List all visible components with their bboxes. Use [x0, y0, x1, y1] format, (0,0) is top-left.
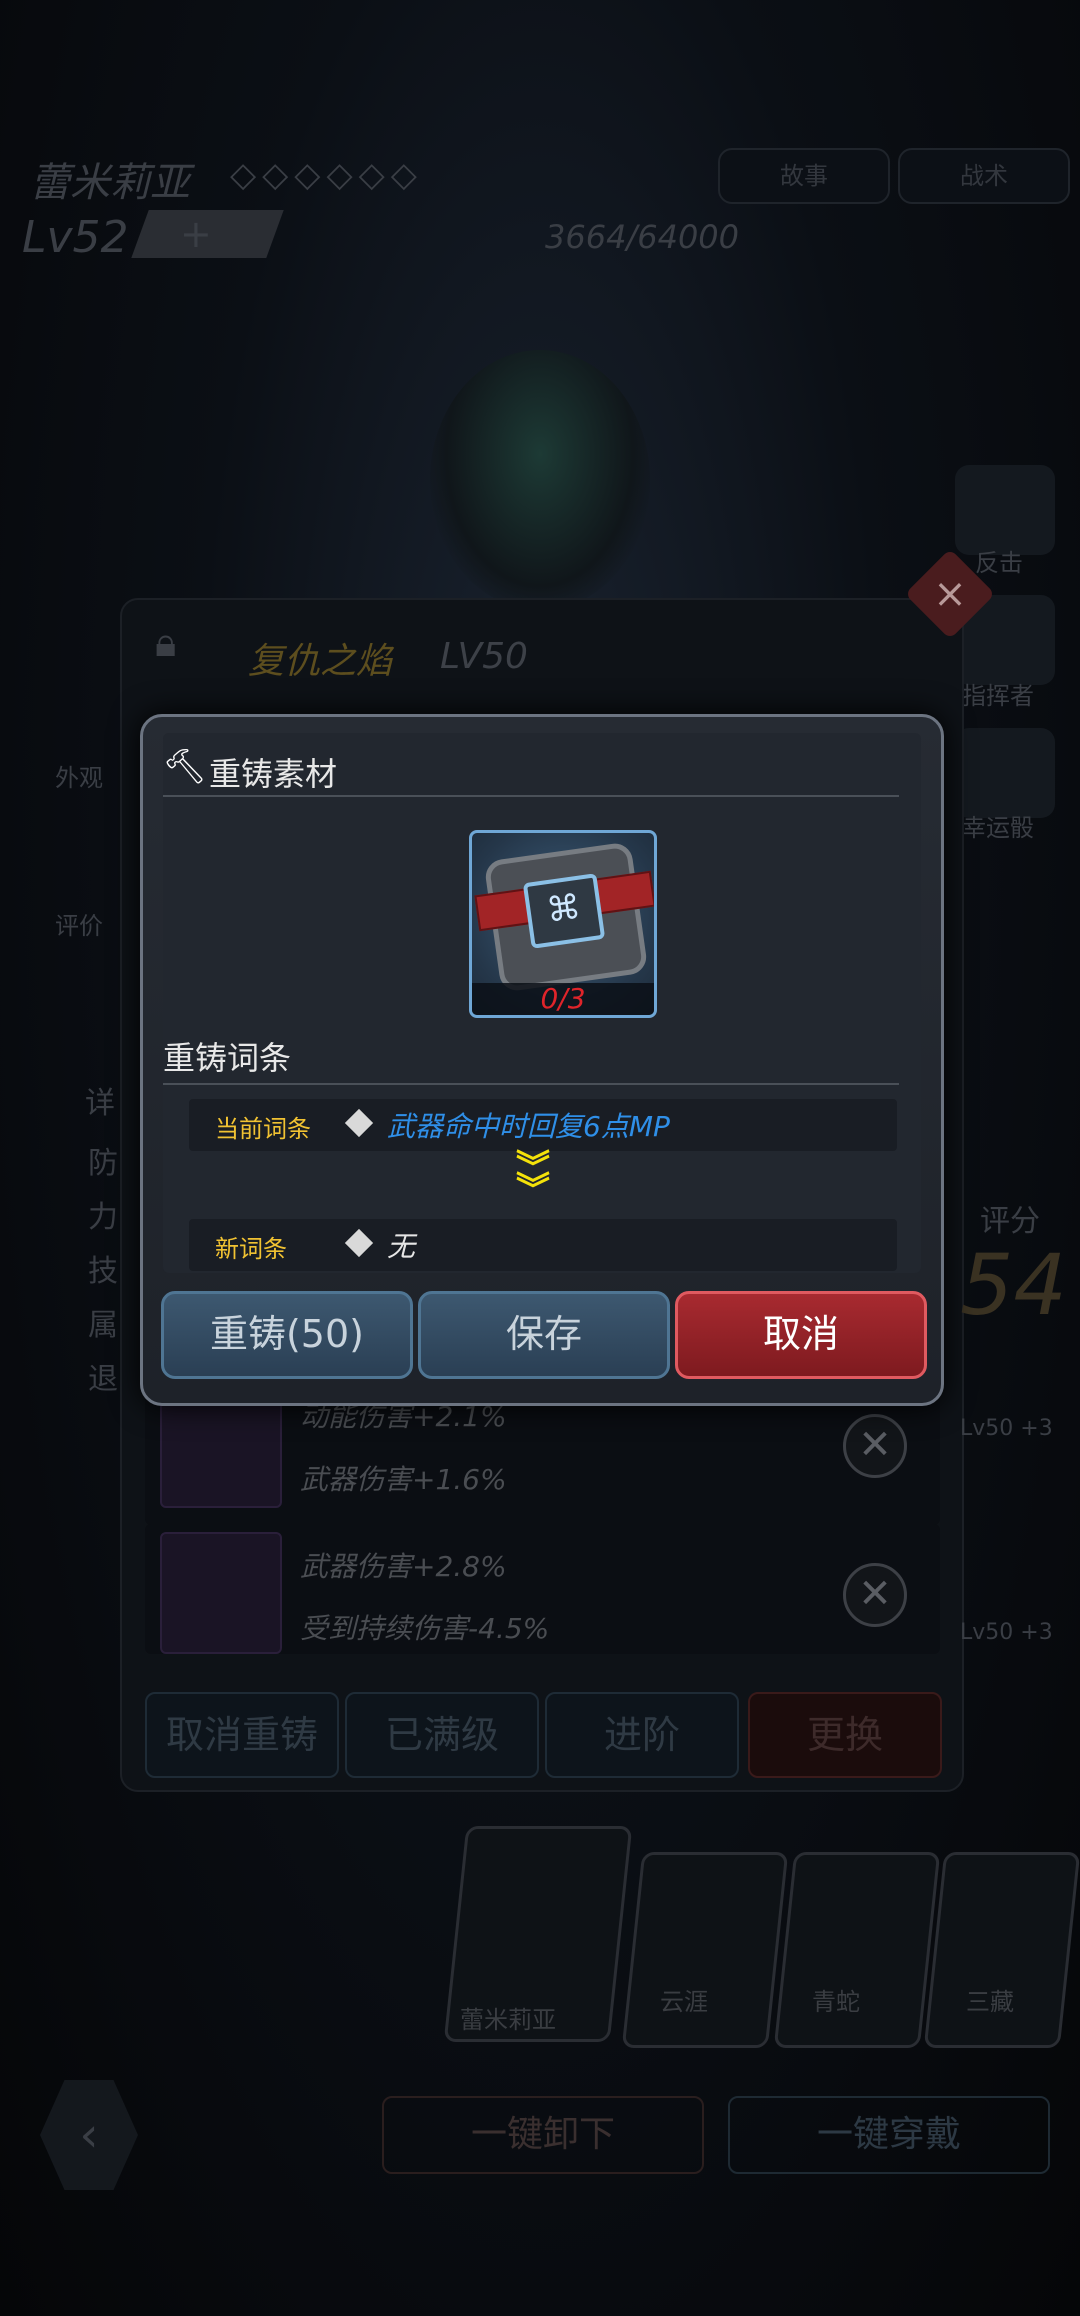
current-entry-row: 当前词条 武器命中时回复6点MP [189, 1099, 897, 1151]
exit-label: 退 [88, 1362, 118, 1397]
new-entry-row: 新词条 无 [189, 1219, 897, 1271]
reforge-button[interactable]: 重铸(50) [161, 1291, 413, 1379]
level-badge: Lv50 +3 [960, 1416, 1053, 1441]
appearance-label[interactable]: 外观 [55, 758, 103, 793]
dialog-body: 🔨︎ 重铸素材 ⌘ 0/3 重铸词条 当前词条 武器命中时回复6点MP ︾ ︾ 新… [163, 733, 921, 1273]
material-slot[interactable]: ⌘ 0/3 [469, 830, 657, 1018]
character-name: 青蛇 [812, 1988, 860, 2016]
attribute-label: 属 [88, 1308, 118, 1343]
chevron-double-down-icon: ︾ ︾ [516, 1148, 550, 1210]
new-entry-label: 新词条 [215, 1235, 287, 1263]
advance-button[interactable]: 进阶 [545, 1692, 739, 1778]
attr-line: 受到持续伤害-4.5% [300, 1612, 550, 1645]
character-card[interactable] [923, 1852, 1080, 2048]
divider [163, 795, 899, 797]
replace-button[interactable]: 更换 [748, 1692, 942, 1778]
attr-line: 武器伤害+2.8% [300, 1550, 507, 1583]
character-name: 三藏 [966, 1988, 1014, 2016]
rating-label[interactable]: 评价 [55, 906, 103, 941]
commander-label: 指挥者 [962, 682, 1034, 710]
material-core-icon: ⌘ [522, 873, 606, 949]
skill-label: 技 [88, 1254, 118, 1289]
diamond-icon [344, 1228, 374, 1258]
max-level-button[interactable]: 已满级 [345, 1692, 539, 1778]
new-entry-value: 无 [387, 1230, 416, 1263]
hero-name: 蕾米莉亚 [30, 160, 190, 206]
material-section-title: 重铸素材 [209, 755, 338, 793]
diamond-icon [344, 1108, 374, 1138]
lucky-dice-label: 幸运骰 [962, 814, 1034, 842]
close-icon: × [933, 571, 967, 617]
cancel-button[interactable]: 取消 [675, 1291, 927, 1379]
chevron-left-icon: ‹ [79, 2107, 99, 2163]
counter-icon[interactable] [955, 465, 1055, 555]
remove-button[interactable]: ✕ [843, 1563, 907, 1627]
character-card[interactable] [773, 1852, 941, 2048]
counter-label: 反击 [975, 549, 1023, 577]
cancel-reforge-button[interactable]: 取消重铸 [145, 1692, 339, 1778]
attr-line: 武器伤害+1.6% [300, 1463, 507, 1496]
character-card[interactable] [621, 1852, 789, 2048]
unequip-all-button[interactable]: 一键卸下 [382, 2096, 704, 2174]
divider [163, 1083, 899, 1085]
score-label: 评分 [980, 1204, 1040, 1239]
star-rating: ◇◇◇◇◇◇ [230, 155, 423, 195]
entries-section-title: 重铸词条 [163, 1039, 292, 1077]
close-button[interactable]: × [904, 548, 996, 640]
weapon-level: LV50 [440, 636, 528, 677]
score-value: 54 [960, 1236, 1067, 1334]
lucky-dice-icon[interactable] [955, 728, 1055, 818]
current-entry-label: 当前词条 [215, 1115, 311, 1143]
material-count: 0/3 [472, 983, 654, 1015]
tab-story[interactable]: 故事 [718, 148, 890, 204]
lock-icon[interactable]: 🔒︎ [155, 620, 176, 666]
level-badge: Lv50 +3 [960, 1620, 1053, 1645]
screen: 蕾米莉亚 ◇◇◇◇◇◇ Lv52 + 3664/64000 故事 战术 反击 指… [0, 0, 1080, 2316]
power-label: 力 [88, 1200, 118, 1235]
hero-portrait [430, 350, 650, 610]
equip-all-button[interactable]: 一键穿戴 [728, 2096, 1050, 2174]
weapon-name: 复仇之焰 [248, 641, 393, 682]
remove-button[interactable]: ✕ [843, 1414, 907, 1478]
mod-chip-icon [160, 1532, 282, 1654]
save-button[interactable]: 保存 [418, 1291, 670, 1379]
exp-readout: 3664/64000 [545, 218, 740, 256]
hammer-icon: 🔨︎ [163, 747, 207, 787]
character-name: 云涯 [660, 1988, 708, 2016]
character-name: 蕾米莉亚 [460, 2006, 556, 2034]
hero-level: Lv52 [22, 212, 129, 263]
back-button[interactable]: ‹ [40, 2080, 138, 2190]
tab-tactics[interactable]: 战术 [898, 148, 1070, 204]
current-entry-value: 武器命中时回复6点MP [387, 1110, 670, 1143]
reforge-dialog: 🔨︎ 重铸素材 ⌘ 0/3 重铸词条 当前词条 武器命中时回复6点MP ︾ ︾ 新… [140, 714, 944, 1406]
defense-label: 防 [88, 1146, 118, 1181]
detail-label[interactable]: 详 [85, 1078, 115, 1122]
plus-icon: + [180, 212, 212, 256]
